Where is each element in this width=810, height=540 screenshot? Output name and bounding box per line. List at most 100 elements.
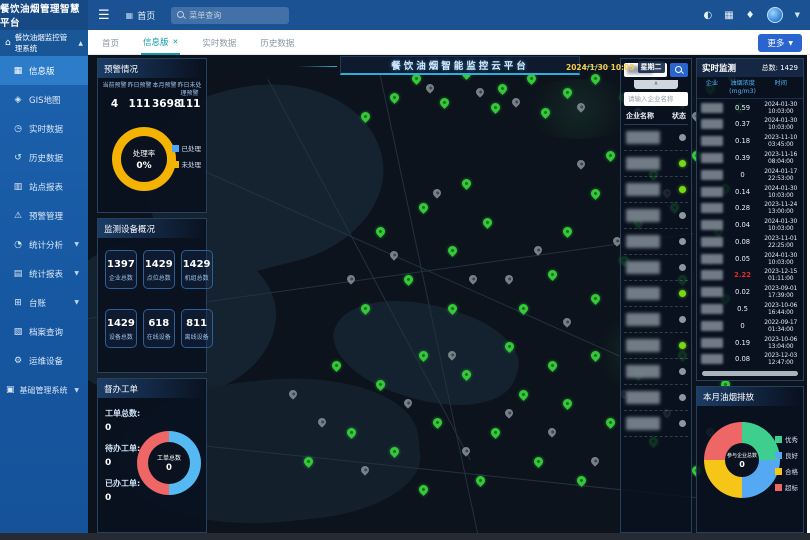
realtime-row-3[interactable]: 0.392023-11-16 08:04:00 bbox=[697, 150, 803, 167]
map-pin-offline[interactable] bbox=[467, 273, 478, 284]
company-row-2[interactable] bbox=[624, 177, 688, 203]
realtime-row-6[interactable]: 0.282023-11-24 13:00:00 bbox=[697, 200, 803, 217]
realtime-row-14[interactable]: 0.192023-10-06 13:04:00 bbox=[697, 334, 803, 351]
sidebar-item-9[interactable]: ▧档案查询 bbox=[0, 317, 88, 346]
map-pin-offline[interactable] bbox=[590, 455, 601, 466]
map-pin-online[interactable] bbox=[431, 416, 444, 429]
close-tab-icon[interactable]: ✕ bbox=[173, 38, 179, 46]
map-pin-offline[interactable] bbox=[424, 82, 435, 93]
sidebar-item-5[interactable]: ⚠预警管理 bbox=[0, 201, 88, 230]
sidebar-item-base-system[interactable]: ▣ 基础管理系统 ▼ bbox=[0, 375, 88, 405]
map-pin-online[interactable] bbox=[546, 359, 559, 372]
user-menu-chevron-icon[interactable]: ▼ bbox=[795, 11, 800, 19]
map-pin-offline[interactable] bbox=[345, 273, 356, 284]
realtime-row-13[interactable]: 02022-09-17 01:34:00 bbox=[697, 317, 803, 334]
map-pin-online[interactable] bbox=[589, 292, 602, 305]
tab-历史数据[interactable]: 历史数据 bbox=[258, 30, 296, 55]
map-pin-online[interactable] bbox=[561, 225, 574, 238]
map-pin-offline[interactable] bbox=[561, 316, 572, 327]
realtime-row-5[interactable]: 0.142024-01-30 10:03:00 bbox=[697, 183, 803, 200]
map-pin-online[interactable] bbox=[482, 216, 495, 229]
company-row-3[interactable] bbox=[624, 203, 688, 229]
map-pin-online[interactable] bbox=[489, 101, 502, 114]
realtime-row-15[interactable]: 0.082023-12-03 12:47:00 bbox=[697, 351, 803, 368]
realtime-row-1[interactable]: 0.372024-01-30 10:03:00 bbox=[697, 116, 803, 133]
map-pin-online[interactable] bbox=[417, 483, 430, 496]
map-pin-online[interactable] bbox=[546, 268, 559, 281]
notification-icon[interactable]: ♦ bbox=[746, 10, 755, 21]
sidebar-item-3[interactable]: ↺历史数据 bbox=[0, 143, 88, 172]
legend-item-超标: 超标 bbox=[775, 482, 798, 492]
more-button[interactable]: 更多 ▼ bbox=[758, 34, 802, 52]
gis-map-icon: ◈ bbox=[13, 95, 23, 105]
sidebar-root-system[interactable]: ⌂ 餐饮油烟监控管理系统 ▲ bbox=[0, 30, 88, 56]
map-pin-online[interactable] bbox=[388, 91, 401, 104]
realtime-row-9[interactable]: 0.052024-01-30 10:03:00 bbox=[697, 250, 803, 267]
company-row-9[interactable] bbox=[624, 359, 688, 385]
map-pin-online[interactable] bbox=[518, 388, 531, 401]
map-pin-offline[interactable] bbox=[403, 397, 414, 408]
map-pin-offline[interactable] bbox=[475, 87, 486, 98]
company-row-1[interactable] bbox=[624, 151, 688, 177]
map-pin-offline[interactable] bbox=[575, 158, 586, 169]
sidebar-item-7[interactable]: ▤统计报表▼ bbox=[0, 259, 88, 288]
map-pin-online[interactable] bbox=[589, 187, 602, 200]
company-row-11[interactable] bbox=[624, 411, 688, 437]
realtime-row-0[interactable]: 0.592024-01-30 10:03:00 bbox=[697, 99, 803, 116]
company-search-button[interactable] bbox=[670, 63, 688, 77]
tab-信息版[interactable]: 信息版✕ bbox=[141, 30, 180, 55]
map-pin-online[interactable] bbox=[417, 201, 430, 214]
map-pin-online[interactable] bbox=[402, 273, 415, 286]
company-row-8[interactable] bbox=[624, 333, 688, 359]
map-pin-online[interactable] bbox=[489, 426, 502, 439]
realtime-row-10[interactable]: 2.222023-12-15 01:11:00 bbox=[697, 267, 803, 284]
map-pin-online[interactable] bbox=[496, 82, 509, 95]
map-pin-online[interactable] bbox=[532, 455, 545, 468]
menu-search-input[interactable]: 菜单查询 bbox=[171, 7, 289, 24]
sidebar-item-8[interactable]: ⊞台账▼ bbox=[0, 288, 88, 317]
map-pin-offline[interactable] bbox=[503, 407, 514, 418]
sidebar-item-10[interactable]: ⚙运维设备 bbox=[0, 346, 88, 375]
realtime-row-11[interactable]: 0.022023-09-01 17:39:00 bbox=[697, 284, 803, 301]
sidebar-item-1[interactable]: ◈GIS地图 bbox=[0, 85, 88, 114]
sidebar-item-4[interactable]: ▥站点报表 bbox=[0, 172, 88, 201]
map-pin-online[interactable] bbox=[446, 244, 459, 257]
company-row-4[interactable] bbox=[624, 229, 688, 255]
map-pin-online[interactable] bbox=[604, 416, 617, 429]
sidebar-item-0[interactable]: ▦信息版 bbox=[0, 56, 88, 85]
company-row-7[interactable] bbox=[624, 307, 688, 333]
map-pin-offline[interactable] bbox=[546, 426, 557, 437]
map-pin-online[interactable] bbox=[374, 225, 387, 238]
map-pin-online[interactable] bbox=[460, 177, 473, 190]
company-row-5[interactable] bbox=[624, 255, 688, 281]
theme-icon[interactable]: ◐ bbox=[703, 10, 712, 21]
realtime-row-12[interactable]: 0.52023-10-06 16:44:00 bbox=[697, 301, 803, 318]
breadcrumb[interactable]: ▦ 首页 bbox=[126, 9, 156, 22]
sidebar-item-label: 站点报表 bbox=[29, 181, 63, 193]
tab-首页[interactable]: 首页 bbox=[100, 30, 121, 55]
realtime-row-7[interactable]: 0.042024-01-30 10:03:00 bbox=[697, 217, 803, 234]
map-pin-offline[interactable] bbox=[503, 273, 514, 284]
map-pin-offline[interactable] bbox=[388, 249, 399, 260]
collapse-toggle[interactable]: ∧ bbox=[634, 80, 678, 89]
map-pin-online[interactable] bbox=[604, 149, 617, 162]
sidebar-item-2[interactable]: ◷实时数据 bbox=[0, 114, 88, 143]
sidebar-item-6[interactable]: ◔统计分析▼ bbox=[0, 230, 88, 259]
company-row-0[interactable] bbox=[624, 125, 688, 151]
tab-实时数据[interactable]: 实时数据 bbox=[200, 30, 238, 55]
realtime-row-8[interactable]: 0.082023-11-01 22:25:00 bbox=[697, 234, 803, 251]
company-name-input[interactable]: 请输入企业名称 bbox=[624, 92, 688, 106]
map-pin-online[interactable] bbox=[438, 96, 451, 109]
company-row-10[interactable] bbox=[624, 385, 688, 411]
company-row-6[interactable] bbox=[624, 281, 688, 307]
avatar[interactable] bbox=[767, 7, 783, 23]
map-pin-online[interactable] bbox=[561, 397, 574, 410]
realtime-row-4[interactable]: 02024-01-17 22:53:00 bbox=[697, 166, 803, 183]
map-pin-offline[interactable] bbox=[431, 187, 442, 198]
horizontal-scrollbar[interactable] bbox=[702, 371, 798, 376]
realtime-row-2[interactable]: 0.182023-11-10 03:45:00 bbox=[697, 133, 803, 150]
map-pin-online[interactable] bbox=[331, 359, 344, 372]
layout-icon[interactable]: ▦ bbox=[724, 10, 733, 21]
hamburger-menu-icon[interactable]: ☰ bbox=[98, 8, 110, 23]
device-stat-label: 设备总数 bbox=[107, 332, 135, 341]
